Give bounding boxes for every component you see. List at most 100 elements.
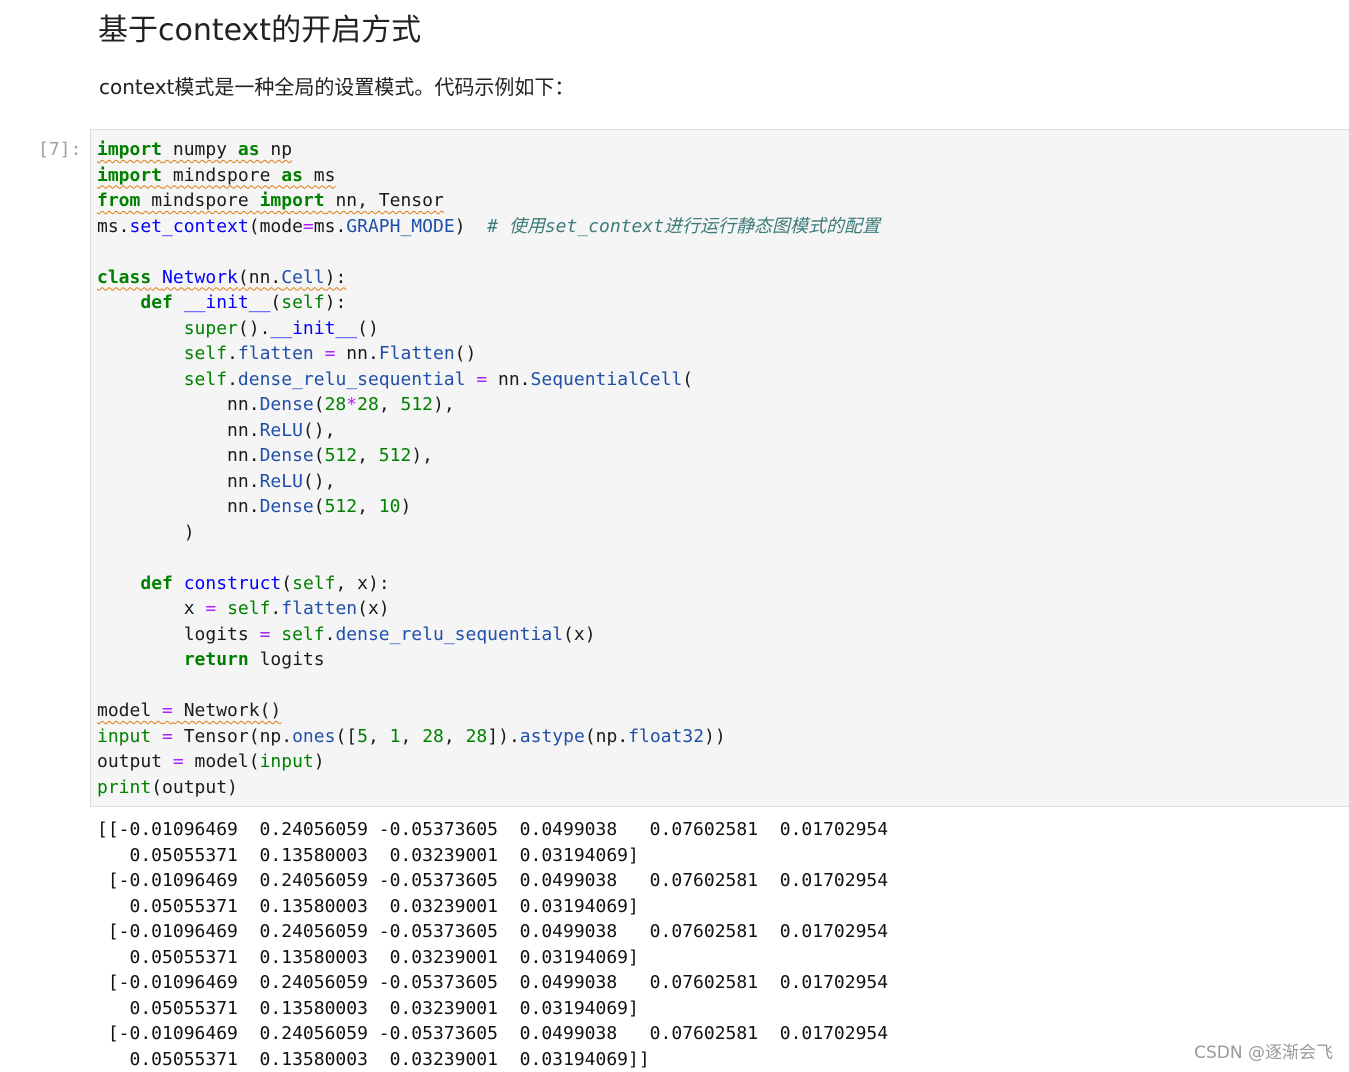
code-token: dense_relu_sequential — [237, 368, 466, 390]
code-token: output — [97, 751, 173, 772]
code-token: ), — [433, 394, 455, 415]
description-paragraph: context模式是一种全局的设置模式。代码示例如下： — [99, 75, 575, 99]
code-token: 10 — [378, 496, 401, 517]
code-token: , — [443, 725, 466, 747]
code-token: = — [162, 725, 173, 747]
code-token: return — [183, 649, 249, 670]
code-token: . — [227, 368, 238, 390]
code-token: Cell — [281, 266, 325, 288]
code-token: from — [97, 190, 141, 211]
code-token: . — [227, 343, 238, 364]
code-token: , x): — [335, 572, 390, 594]
code-token: 512 — [400, 394, 434, 415]
code-token: import — [97, 139, 163, 160]
code-token: (), — [302, 470, 336, 492]
code-token: set_context — [129, 215, 249, 237]
code-token: self — [227, 598, 271, 619]
code-token: ): — [324, 292, 347, 313]
code-token: (mode — [248, 215, 303, 237]
code-token: 1 — [389, 725, 401, 747]
code-token: astype — [519, 725, 585, 747]
code-token: super — [183, 317, 238, 339]
code-token: self — [281, 292, 325, 313]
code-token: SequentialCell — [530, 368, 683, 390]
code-token: 512 — [324, 445, 358, 466]
code-token: 28 — [422, 725, 444, 747]
code-line: def __init__(self): — [97, 290, 880, 316]
code-token: = — [172, 751, 184, 772]
code-token: ones — [292, 725, 336, 747]
code-token: def — [140, 572, 173, 594]
code-token: Flatten — [378, 343, 455, 364]
code-token: mindspore — [162, 164, 282, 186]
code-token: print — [97, 776, 152, 798]
code-token: ms. — [97, 215, 130, 237]
code-token: nn. — [97, 470, 260, 492]
code-editor[interactable]: import numpy as np import mindspore as ms… — [97, 137, 880, 800]
code-token: ( — [270, 292, 282, 313]
code-token: , — [378, 394, 401, 415]
code-token: ]). — [487, 725, 520, 747]
code-line: nn.Dense(512, 512), — [97, 443, 880, 469]
code-token: ) — [313, 751, 325, 772]
code-token: * — [346, 394, 358, 415]
code-line: output = model(input) — [97, 749, 880, 775]
code-token: , — [357, 445, 379, 466]
code-token: (x) — [357, 598, 390, 619]
code-token: ( — [313, 445, 325, 466]
code-token: 5 — [357, 725, 368, 747]
code-token: logits — [97, 623, 260, 645]
code-line: from mindspore import nn, Tensor — [97, 188, 880, 214]
code-token: input — [97, 725, 152, 747]
code-line: super().__init__() — [97, 316, 880, 342]
code-token: 512 — [378, 445, 412, 466]
code-token: Tensor(np. — [172, 725, 293, 747]
code-token: (np. — [584, 725, 629, 747]
cell-output: [[-0.01096469 0.24056059 -0.05373605 0.0… — [97, 819, 889, 1070]
code-token: , — [400, 725, 423, 747]
code-line: class Network(nn.Cell): — [97, 265, 880, 291]
code-token: 28 — [324, 394, 347, 415]
code-token: import — [97, 164, 163, 186]
watermark: CSDN @逐渐会飞 — [1194, 1043, 1333, 1063]
code-token: ReLU — [259, 419, 303, 441]
code-token: nn. — [97, 445, 260, 466]
code-line: nn.ReLU(), — [97, 469, 880, 495]
code-token: Network — [162, 266, 238, 288]
code-token: ) — [400, 496, 412, 517]
code-token: , — [357, 496, 379, 517]
code-token: (), — [302, 419, 336, 441]
code-token: = — [259, 623, 271, 645]
code-line: import numpy as np — [97, 137, 880, 163]
code-token: () — [454, 343, 477, 364]
code-token: ) — [97, 521, 195, 543]
code-token: flatten — [281, 598, 358, 619]
code-token: . — [270, 598, 282, 619]
code-line: input = Tensor(np.ones([5, 1, 28, 28]).a… — [97, 724, 880, 750]
code-token: (output) — [151, 776, 238, 798]
code-token: nn. — [335, 343, 379, 364]
code-line: def construct(self, x): — [97, 571, 880, 597]
code-token: model — [97, 700, 163, 721]
code-token: GRAPH_MODE — [346, 215, 455, 237]
code-token: ms. — [313, 215, 347, 237]
code-line: nn.Dense(512, 10) — [97, 494, 880, 520]
code-line: print(output) — [97, 775, 880, 801]
code-token: np — [259, 139, 293, 160]
code-token: . — [324, 623, 336, 645]
code-token: nn. — [97, 496, 260, 517]
code-token: class — [97, 266, 152, 288]
section-heading: 基于context的开启方式 — [98, 13, 422, 48]
code-line: logits = self.dense_relu_sequential(x) — [97, 622, 880, 648]
